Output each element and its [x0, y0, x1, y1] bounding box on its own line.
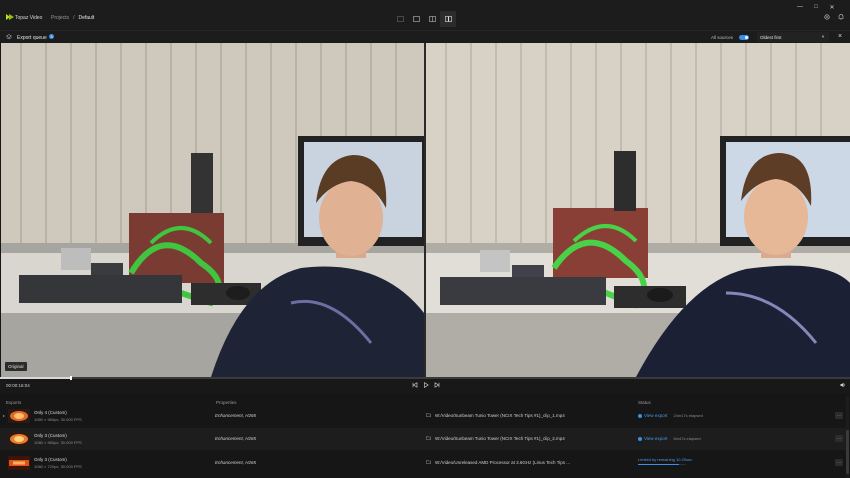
export-spec: 1080 × 960px, 30.000 FPS — [34, 440, 82, 445]
breadcrumb: Projects / Default — [51, 15, 94, 21]
timeline: 00:00:16:04 — [0, 376, 850, 394]
export-progress-bar — [638, 464, 686, 465]
maximize-button[interactable]: □ — [808, 3, 824, 11]
view-mode-side-by-side[interactable] — [440, 11, 456, 27]
expand-caret-icon[interactable]: ▸ — [3, 413, 5, 418]
elapsed-time: 6m47s elapsed — [673, 436, 701, 441]
scrollbar-thumb[interactable] — [846, 430, 849, 474]
chevron-down-icon: ▼ — [821, 34, 825, 39]
original-frame-image — [1, 43, 424, 377]
play-icon — [423, 381, 429, 388]
folder-icon[interactable] — [426, 436, 431, 440]
settings-gear-icon[interactable] — [824, 14, 830, 20]
export-queue-count-badge: 3 — [49, 34, 54, 39]
export-status: View export 24m17s elapsed — [638, 413, 703, 418]
folder-icon[interactable] — [426, 460, 431, 464]
skip-forward-icon — [434, 381, 439, 388]
next-frame-button[interactable] — [433, 381, 440, 388]
window-controls: — □ ✕ — [792, 3, 840, 11]
export-spec: 1080 × 720px, 30.000 FPS — [34, 464, 82, 469]
export-path[interactable]: W:/Video/Unreleased AMD Processor at 3.6… — [435, 460, 570, 465]
original-video-frame[interactable] — [1, 43, 424, 377]
single-view-icon — [396, 16, 404, 22]
exports-scrollbar[interactable] — [846, 396, 849, 478]
view-mode-switcher — [392, 11, 456, 27]
all-sources-toggle[interactable] — [739, 35, 749, 40]
all-sources-label: All sources — [711, 35, 734, 40]
transport-controls — [411, 381, 440, 388]
view-mode-split[interactable] — [424, 11, 440, 27]
view-mode-preview[interactable] — [408, 11, 424, 27]
breadcrumb-current: Default — [78, 15, 95, 21]
previous-frame-button[interactable] — [411, 381, 418, 388]
export-row[interactable]: Only 3 (Custom) 1080 × 960px, 30.000 FPS… — [0, 428, 846, 450]
breadcrumb-separator: / — [73, 15, 75, 21]
preview-view-icon — [412, 16, 420, 22]
more-options-button[interactable]: ··· — [835, 412, 843, 419]
export-progress-fill — [638, 464, 679, 465]
export-thumbnail — [8, 409, 30, 423]
export-path[interactable]: W:/Video/Sunbeam Tunio Tower (NCIX Tech … — [435, 413, 565, 418]
export-row[interactable]: ▸ Only 4 (Custom) 1080 × 960px, 30.000 F… — [0, 405, 846, 427]
view-export-link[interactable]: View export — [644, 413, 667, 418]
timeline-scrubber[interactable] — [0, 376, 850, 380]
sort-order-select[interactable]: Oldest first ▼ — [757, 32, 829, 42]
close-queue-icon[interactable]: × — [838, 33, 842, 40]
close-window-button[interactable]: ✕ — [824, 3, 840, 11]
timecode: 00:00:16:04 — [6, 383, 30, 388]
enhanced-frame-image — [426, 43, 850, 377]
notifications-bell-icon[interactable] — [838, 14, 844, 20]
export-queue-label: Export queue — [17, 35, 47, 41]
export-name: Only 3 (Custom) — [34, 433, 67, 438]
export-name: Only 4 (Custom) — [34, 410, 67, 415]
skip-back-icon — [412, 381, 417, 388]
app-name: Topaz Video — [15, 15, 43, 21]
sort-order-value: Oldest first — [760, 34, 782, 40]
export-thumbnail — [8, 456, 30, 470]
export-path[interactable]: W:/Video/Sunbeam Tunio Tower (NCIX Tech … — [435, 436, 565, 441]
export-thumbnail — [8, 432, 30, 446]
folder-icon[interactable] — [426, 413, 431, 417]
timeline-progress — [0, 377, 71, 379]
enhanced-video-frame[interactable] — [426, 43, 850, 377]
elapsed-time: 24m17s elapsed — [673, 413, 703, 418]
topaz-logo-icon — [6, 14, 14, 20]
exports-table: Exports Properties Status ▸ Only 4 (Cust… — [0, 396, 850, 478]
side-by-side-icon — [444, 16, 452, 22]
timeline-playhead[interactable] — [69, 376, 72, 380]
status-check-icon — [638, 436, 642, 441]
export-progress-text: Limited by remaining 10.20sec — [638, 457, 693, 462]
play-button[interactable] — [422, 381, 429, 388]
export-properties: Enhancement, H265 — [215, 436, 257, 441]
minimize-button[interactable]: — — [792, 3, 808, 11]
layers-icon — [6, 34, 12, 40]
export-spec: 1080 × 960px, 30.000 FPS — [34, 417, 82, 422]
export-status: View export 6m47s elapsed — [638, 436, 701, 441]
split-view-icon — [428, 16, 436, 22]
export-properties: Enhancement, H265 — [215, 460, 257, 465]
breadcrumb-projects[interactable]: Projects — [51, 15, 69, 21]
view-mode-single[interactable] — [392, 11, 408, 27]
export-properties: Enhancement, H265 — [215, 413, 257, 418]
title-bar: Topaz Video Projects / Default — □ ✕ — [0, 0, 850, 30]
original-label-tag: Original — [5, 362, 27, 371]
view-export-link[interactable]: View export — [644, 436, 667, 441]
more-options-button[interactable]: ··· — [835, 435, 843, 442]
export-queue-bar: Export queue 3 All sources Oldest first … — [0, 30, 850, 43]
status-check-icon — [638, 413, 642, 418]
export-row[interactable]: Only 3 (Custom) 1080 × 720px, 30.000 FPS… — [0, 452, 846, 474]
export-name: Only 3 (Custom) — [34, 457, 67, 462]
more-options-button[interactable]: ··· — [835, 459, 843, 466]
volume-icon[interactable] — [840, 382, 846, 388]
